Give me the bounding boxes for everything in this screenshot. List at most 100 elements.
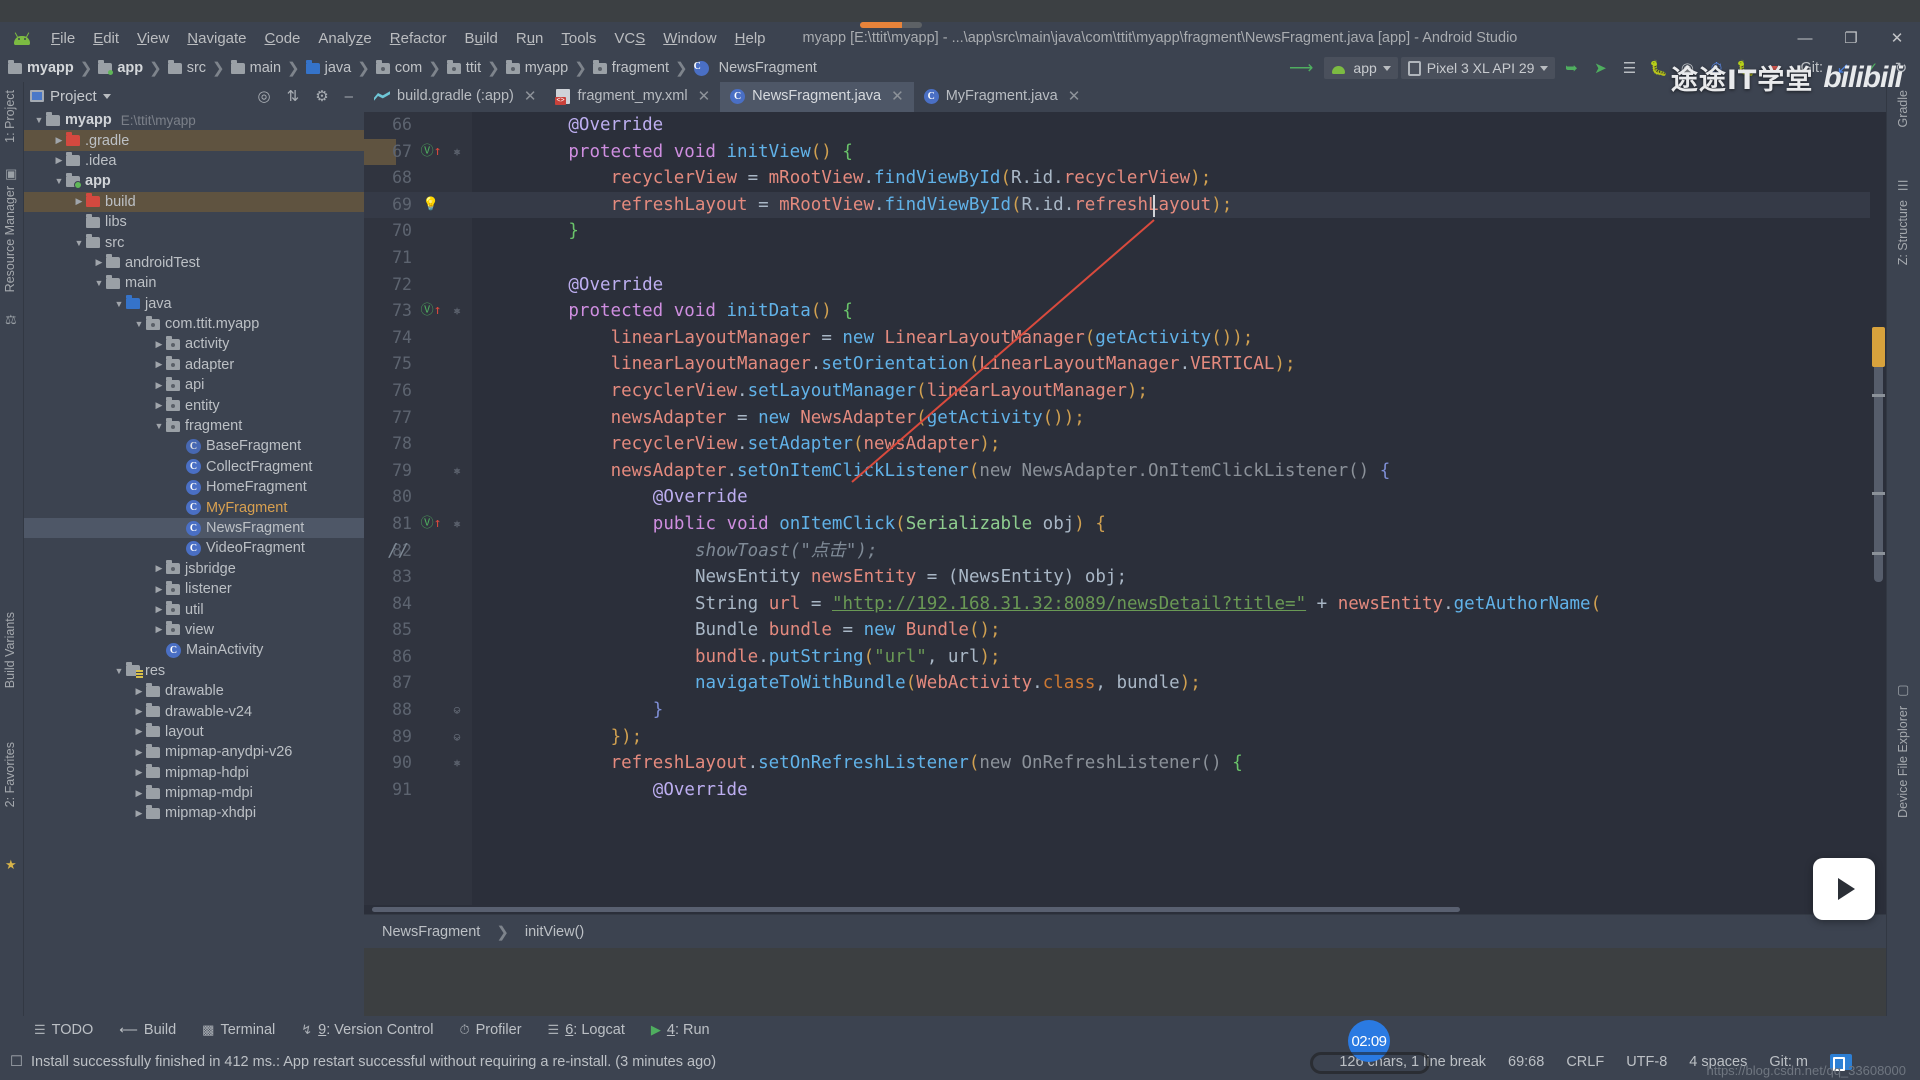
close-icon[interactable]: ✕ xyxy=(698,87,711,105)
git-history-icon[interactable]: ↻ xyxy=(1888,56,1914,80)
fold-end-icon[interactable]: ⎉ xyxy=(450,697,464,724)
tree-expand-arrow[interactable]: ▶ xyxy=(132,767,146,778)
code-line-89[interactable]: 89 ⎉}); xyxy=(364,724,1886,751)
breadcrumb-src[interactable]: src xyxy=(167,59,206,76)
tree-node-drawable[interactable]: ▶ drawable xyxy=(24,681,364,701)
project-tree[interactable]: ▼ myapp E:\ttit\myapp ▶ .gradle ▶ .idea ▼ app ▶ bu… xyxy=(24,110,364,1024)
breadcrumb-java[interactable]: java xyxy=(305,59,351,76)
editor-scrollbar-markers[interactable] xyxy=(1870,112,1886,896)
tree-expand-arrow[interactable]: ▶ xyxy=(132,726,146,737)
menu-refactor[interactable]: Refactor xyxy=(381,27,456,50)
tree-node-newsfragment[interactable]: C NewsFragment xyxy=(24,517,364,539)
breadcrumb-method[interactable]: initView() xyxy=(525,924,584,940)
code-line-87[interactable]: 87 navigateToWithBundle(WebActivity.class… xyxy=(364,670,1886,697)
breadcrumb-app[interactable]: app xyxy=(98,59,143,76)
tool-button-structure[interactable]: Z: Structure xyxy=(1896,200,1910,265)
menu-code[interactable]: Code xyxy=(256,27,310,50)
tool-window-button-todo[interactable]: ☰ TODO xyxy=(34,1022,93,1038)
menu-tools[interactable]: Tools xyxy=(552,27,605,50)
code-line-79[interactable]: 79 ⎈ newsAdapter.setOnItemClickListener(ne… xyxy=(364,458,1886,485)
minimize-button[interactable]: — xyxy=(1782,22,1828,54)
tree-expand-arrow[interactable]: ▼ xyxy=(72,238,86,248)
tree-expand-arrow[interactable]: ▶ xyxy=(132,686,146,697)
tool-window-button-profiler[interactable]: ⏱ Profiler xyxy=(459,1022,521,1038)
editor-tab-build-gradle-app-[interactable]: build.gradle (:app) ✕ xyxy=(364,82,546,112)
tree-node-com-ttit-myapp[interactable]: ▼ com.ttit.myapp xyxy=(24,314,364,334)
close-icon[interactable]: ✕ xyxy=(1068,87,1081,105)
run-configuration-selector[interactable]: app xyxy=(1324,57,1398,79)
tree-node-build[interactable]: ▶ build xyxy=(24,191,364,212)
code-line-75[interactable]: 75 linearLayoutManager.setOrientation(Lin… xyxy=(364,351,1886,378)
tree-node-myapp[interactable]: ▼ myapp E:\ttit\myapp xyxy=(24,110,364,130)
breadcrumb-ttit[interactable]: ttit xyxy=(446,59,481,76)
code-line-77[interactable]: 77 newsAdapter = new NewsAdapter(getActiv… xyxy=(364,405,1886,432)
breadcrumb-com[interactable]: com xyxy=(375,59,422,76)
menu-analyze[interactable]: Analyze xyxy=(309,27,380,50)
tree-node-mainactivity[interactable]: C MainActivity xyxy=(24,640,364,660)
tool-button-gradle[interactable]: Gradle xyxy=(1896,90,1910,128)
profiler-button[interactable]: ⏱ xyxy=(1703,56,1729,80)
override-marker-icon[interactable]: Ⓥ↑ xyxy=(418,139,444,166)
tree-node-res[interactable]: ▼ res xyxy=(24,661,364,681)
tree-node-drawable-v24[interactable]: ▶ drawable-v24 xyxy=(24,701,364,721)
intention-bulb-icon[interactable]: 💡 xyxy=(418,192,444,219)
tree-expand-arrow[interactable]: ▶ xyxy=(132,808,146,819)
stop-button[interactable]: ■ xyxy=(1761,56,1787,80)
tree-node-myfragment[interactable]: C MyFragment xyxy=(24,497,364,517)
code-line-66[interactable]: 66 @Override xyxy=(364,112,1886,139)
status-line-separator[interactable]: CRLF xyxy=(1566,1054,1604,1070)
code-line-81[interactable]: 81 Ⓥ↑ ⎈ public void onItemClick(Serializabl… xyxy=(364,511,1886,538)
tree-node-jsbridge[interactable]: ▶ jsbridge xyxy=(24,559,364,579)
tree-expand-arrow[interactable]: ▶ xyxy=(152,380,166,391)
git-update-icon[interactable]: ↙ xyxy=(1830,56,1856,80)
tree-expand-arrow[interactable]: ▶ xyxy=(152,339,166,350)
git-commit-icon[interactable]: ✓ xyxy=(1859,56,1885,80)
code-line-85[interactable]: 85 Bundle bundle = new Bundle(); xyxy=(364,617,1886,644)
tree-node-androidtest[interactable]: ▶ androidTest xyxy=(24,253,364,273)
tool-button-build-variants[interactable]: Build Variants xyxy=(3,612,17,688)
tree-expand-arrow[interactable]: ▶ xyxy=(152,584,166,595)
code-line-86[interactable]: 86 bundle.putString("url", url); xyxy=(364,644,1886,671)
breadcrumb-fragment[interactable]: fragment xyxy=(592,59,669,76)
code-line-83[interactable]: 83 NewsEntity newsEntity = (NewsEntity) o… xyxy=(364,564,1886,591)
code-line-80[interactable]: 80 @Override xyxy=(364,484,1886,511)
hide-panel-icon[interactable]: – xyxy=(340,88,358,105)
breadcrumb-newsfragment[interactable]: C NewsFragment xyxy=(693,60,817,76)
tree-expand-arrow[interactable]: ▶ xyxy=(92,257,106,268)
settings-gear-icon[interactable]: ⚙ xyxy=(310,87,333,105)
tree-expand-arrow[interactable]: ▶ xyxy=(52,135,66,146)
breadcrumb-myapp[interactable]: myapp xyxy=(8,59,74,76)
tool-button-resource-manager[interactable]: Resource Manager xyxy=(3,186,17,292)
tree-expand-arrow[interactable]: ▶ xyxy=(152,604,166,615)
tree-expand-arrow[interactable]: ▶ xyxy=(132,706,146,717)
tree-node-listener[interactable]: ▶ listener xyxy=(24,579,364,599)
run-button[interactable]: ➥ xyxy=(1558,56,1584,80)
tool-button-device-file-explorer[interactable]: Device File Explorer xyxy=(1896,706,1910,818)
fold-marker-icon[interactable]: ⎈ xyxy=(450,139,464,166)
make-project-icon[interactable]: ⟵ xyxy=(1281,58,1321,78)
tree-node-libs[interactable]: libs xyxy=(24,212,364,232)
close-button[interactable]: ✕ xyxy=(1874,22,1920,54)
code-line-73[interactable]: 73 Ⓥ↑ ⎈ protected void initData() { xyxy=(364,298,1886,325)
code-area[interactable]: 66 @Override 67 Ⓥ↑ ⎈ protected void initView(… xyxy=(364,112,1886,914)
code-line-69[interactable]: 69 💡 refreshLayout = mRootView.findViewByI… xyxy=(364,191,1886,219)
code-lines[interactable]: 66 @Override 67 Ⓥ↑ ⎈ protected void initView(… xyxy=(364,112,1886,914)
tree-node-java[interactable]: ▼ java xyxy=(24,294,364,314)
menu-navigate[interactable]: Navigate xyxy=(178,27,255,50)
tree-node-api[interactable]: ▶ api xyxy=(24,375,364,395)
tree-node-app[interactable]: ▼ app xyxy=(24,171,364,191)
code-line-74[interactable]: 74 linearLayoutManager = new LinearLayout… xyxy=(364,325,1886,352)
attach-process-button[interactable]: 🐛 xyxy=(1732,56,1758,80)
tree-expand-arrow[interactable]: ▼ xyxy=(92,278,106,288)
tree-expand-arrow[interactable]: ▶ xyxy=(132,788,146,799)
tree-node-main[interactable]: ▼ main xyxy=(24,273,364,293)
tool-window-button-9-version-control[interactable]: ↯ 9: Version Control xyxy=(301,1022,433,1038)
apply-changes-button[interactable]: ➤ xyxy=(1587,56,1613,80)
code-line-90[interactable]: 90 ⎈ refreshLayout.setOnRefreshListener(ne… xyxy=(364,750,1886,777)
tree-expand-arrow[interactable]: ▼ xyxy=(52,176,66,186)
tool-window-button-terminal[interactable]: ▩ Terminal xyxy=(202,1022,275,1038)
device-selector[interactable]: Pixel 3 XL API 29 xyxy=(1400,57,1556,79)
code-line-68[interactable]: 68 recyclerView = mRootView.findViewById(… xyxy=(364,165,1886,192)
menu-view[interactable]: View xyxy=(128,27,178,50)
collapse-all-icon[interactable]: ⇅ xyxy=(282,87,305,105)
